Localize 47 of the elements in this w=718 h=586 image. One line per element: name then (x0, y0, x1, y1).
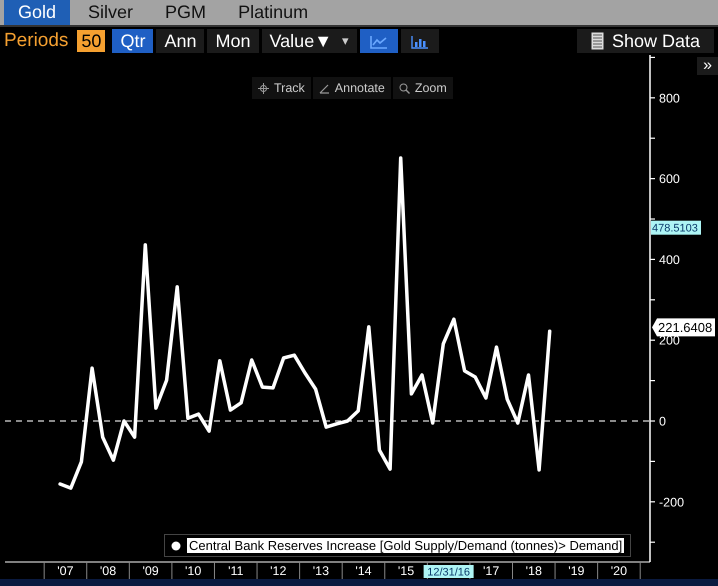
pencil-icon (318, 82, 330, 94)
x-tick-label: '19 (568, 564, 584, 578)
periods-field[interactable]: 50 (77, 30, 106, 52)
crosshair-icon (258, 82, 269, 94)
last-value-label: 221.6408 (652, 318, 715, 336)
y-tick-label: 600 (659, 172, 680, 186)
line-chart-icon (370, 35, 388, 50)
value-dropdown[interactable]: Value▼ ▾ (262, 29, 358, 53)
tab[interactable]: Platinum (224, 0, 322, 25)
frequency-button[interactable]: Mon (207, 29, 258, 53)
document-icon (590, 32, 604, 50)
x-tick-label: '07 (57, 564, 74, 578)
track-tool-button[interactable]: Track (252, 77, 311, 99)
annotate-tool-button[interactable]: Annotate (312, 77, 391, 99)
x-tick-label: '11 (228, 564, 244, 578)
line-chart-button[interactable] (360, 29, 398, 53)
x-tick-label: '18 (526, 564, 542, 578)
x-tick-label: '17 (483, 564, 500, 578)
bar-chart-icon (411, 35, 430, 50)
y-tick-label: 800 (659, 91, 680, 106)
x-tick-label: '14 (355, 564, 372, 578)
zoom-tool-button[interactable]: Zoom (392, 77, 453, 99)
legend-label: Central Bank Reserves Increase [Gold Supply/Demand (tonnes)> Demand] (187, 538, 624, 553)
frequency-button[interactable]: Qtr (112, 29, 154, 53)
crosshair-date-label: 12/31/16 (424, 565, 474, 578)
tab[interactable]: Silver (74, 0, 148, 25)
legend-dot-icon (171, 540, 181, 550)
y-tick-label: -200 (659, 495, 684, 510)
x-tick-label: '08 (100, 564, 116, 578)
x-tick-label: '09 (142, 564, 159, 578)
y-tick-label: 200 (659, 334, 680, 348)
periods-label: Periods (4, 29, 68, 53)
show-data-button[interactable]: Show Data (576, 29, 714, 53)
y-tick-label: 0 (659, 414, 666, 428)
x-tick-label: '12 (270, 564, 286, 578)
search-icon (398, 82, 410, 94)
x-tick-label: '20 (610, 564, 628, 578)
expand-button[interactable]: » (697, 57, 718, 75)
bar-chart-button[interactable] (401, 29, 440, 53)
x-tick-label: '13 (312, 564, 330, 578)
tab[interactable]: PGM (151, 0, 220, 25)
x-tick-label: '15 (398, 564, 414, 578)
frequency-button[interactable]: Ann (156, 29, 204, 53)
tab[interactable]: Gold (4, 0, 70, 25)
crosshair-value-label: 478.5103 (651, 220, 701, 235)
y-tick-label: 400 (659, 252, 680, 267)
x-tick-label: '10 (185, 564, 202, 578)
